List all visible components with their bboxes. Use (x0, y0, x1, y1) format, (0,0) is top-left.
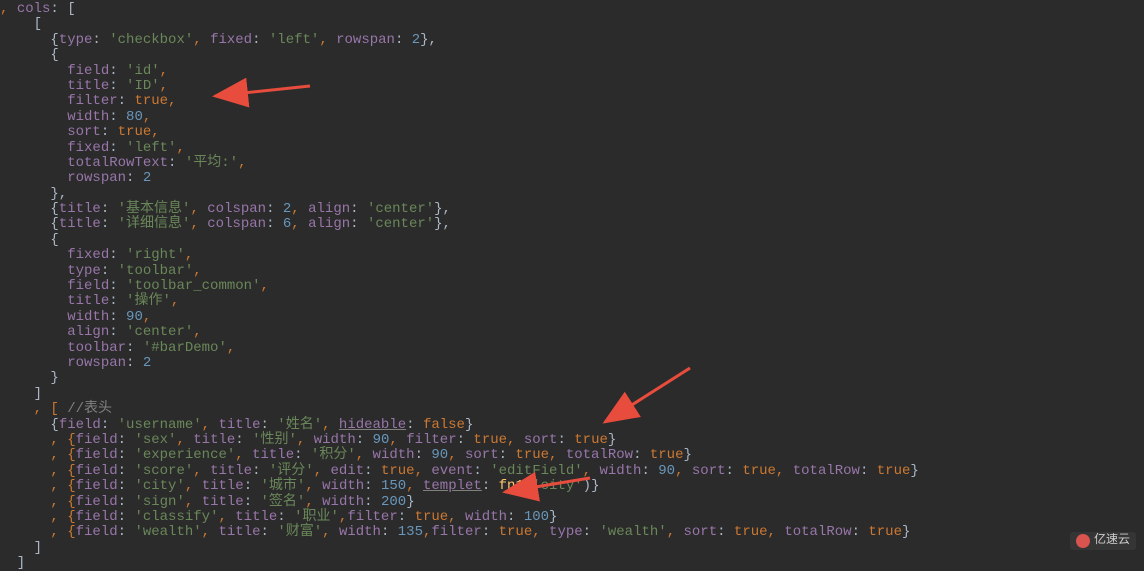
watermark-logo-icon (1076, 534, 1090, 548)
code-line: } (0, 370, 59, 386)
watermark: 亿速云 (1070, 532, 1136, 550)
code-line: { (0, 47, 59, 63)
code-line: width: 90, (0, 309, 151, 325)
code-line: , [ //表头 (0, 401, 112, 417)
code-line: sort: true, (0, 124, 160, 140)
code-line: , {field: 'classify', title: '职业',filter… (0, 509, 557, 525)
code-line: , cols: [ (0, 1, 76, 17)
code-line: field: 'toolbar_common', (0, 278, 269, 294)
code-line: width: 80, (0, 109, 151, 125)
code-line: }, (0, 186, 67, 202)
code-line: , {field: 'sign', title: '签名', width: 20… (0, 494, 415, 510)
code-line: {type: 'checkbox', fixed: 'left', rowspa… (0, 32, 437, 48)
code-line: rowspan: 2 (0, 170, 151, 186)
code-line: rowspan: 2 (0, 355, 151, 371)
code-block: , cols: [ [ {type: 'checkbox', fixed: 'l… (0, 0, 1144, 571)
code-line: , {field: 'wealth', title: '财富', width: … (0, 524, 910, 540)
code-line: toolbar: '#barDemo', (0, 340, 235, 356)
code-line: field: 'id', (0, 63, 168, 79)
code-line: [ (0, 16, 42, 32)
code-line: align: 'center', (0, 324, 202, 340)
code-line: , {field: 'score', title: '评分', edit: tr… (0, 463, 919, 479)
watermark-text: 亿速云 (1094, 534, 1130, 547)
code-line: {field: 'username', title: '姓名', hideabl… (0, 417, 473, 433)
code-line: title: 'ID', (0, 78, 168, 94)
code-line: type: 'toolbar', (0, 263, 202, 279)
code-line: {title: '基本信息', colspan: 2, align: 'cent… (0, 201, 451, 217)
code-line: fixed: 'right', (0, 247, 193, 263)
code-line: ] (0, 386, 42, 402)
code-line: totalRowText: '平均:', (0, 155, 246, 171)
code-line: ] (0, 540, 42, 556)
code-line: ] (0, 555, 25, 571)
code-line: , {field: 'city', title: '城市', width: 15… (0, 478, 599, 494)
code-line: , {field: 'experience', title: '积分', wid… (0, 447, 692, 463)
code-line: fixed: 'left', (0, 140, 185, 156)
code-line: title: '操作', (0, 293, 179, 309)
code-line: filter: true, (0, 93, 176, 109)
code-line: { (0, 232, 59, 248)
code-line: , {field: 'sex', title: '性别', width: 90,… (0, 432, 616, 448)
code-line: {title: '详细信息', colspan: 6, align: 'cent… (0, 216, 451, 232)
